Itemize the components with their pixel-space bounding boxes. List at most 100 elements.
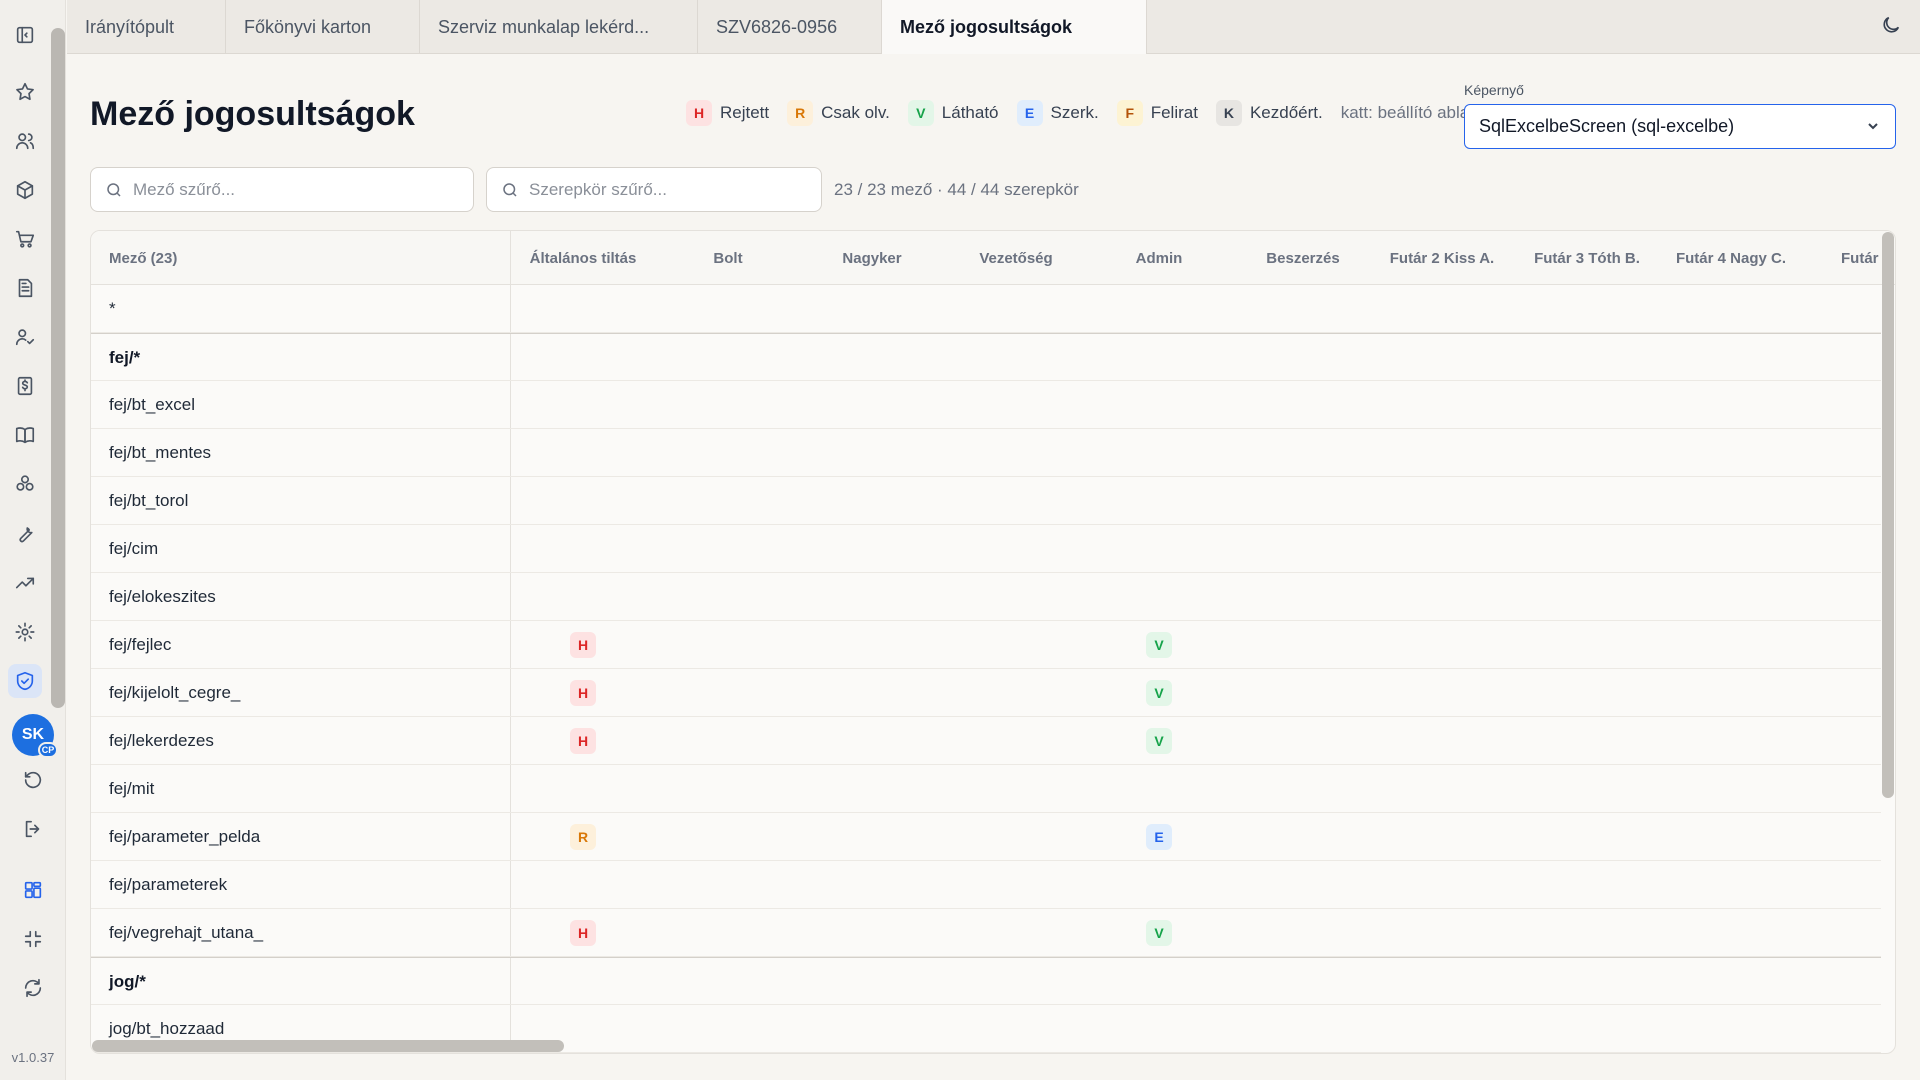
table-vertical-scrollbar[interactable] [1882,232,1894,798]
legend-item-default: K Kezdőért. [1215,100,1323,126]
screen-select[interactable]: SqlExcelbeScreen (sql-excelbe) [1464,104,1896,149]
field-name: fej/bt_torol [109,491,189,510]
role-filter-input[interactable] [529,179,785,200]
permission-cell[interactable]: H [570,632,596,658]
trend-icon[interactable] [8,566,42,600]
components-icon[interactable] [8,467,42,501]
refresh-icon[interactable] [16,971,50,1005]
legend-label: Szerk. [1050,103,1099,122]
table-horizontal-scrollbar[interactable] [92,1040,564,1052]
version-label: v1.0.37 [11,1050,55,1065]
role-column-header[interactable]: Admin [1079,231,1239,285]
search-icon [107,182,121,197]
left-rail: SK CP v1.0.37 [0,0,66,1080]
legend-chip-k: K [1215,100,1242,126]
permission-chip: H [570,632,596,658]
invoice-icon[interactable] [8,369,42,403]
permission-cell[interactable]: V [1146,920,1172,946]
tab-szerviz-munkalap[interactable]: Szerviz munkalap lekérd... [420,0,698,54]
table-row[interactable]: * [91,285,1881,333]
legend-label: Rejtett [720,103,770,122]
logout-icon[interactable] [16,812,50,846]
rail-scrollbar[interactable] [51,28,65,708]
users-icon[interactable] [8,124,42,158]
legend-item-readonly: R Csak olv. [787,100,890,126]
field-name: fej/bt_mentes [109,443,212,462]
field-name: fej/lekerdezes [109,731,214,750]
permission-cell[interactable]: V [1146,680,1172,706]
wrench-icon[interactable] [8,517,42,551]
table-row[interactable]: fej/bt_mentes [91,429,1881,477]
permission-cell[interactable]: V [1146,632,1172,658]
book-icon[interactable] [8,418,42,452]
permission-cell[interactable]: R [570,824,596,850]
table-group-row[interactable]: fej/* [91,333,1881,381]
permission-cell[interactable]: H [570,728,596,754]
permission-cell[interactable]: E [1146,824,1172,850]
table-row[interactable]: fej/bt_excel [91,381,1881,429]
field-filter-input[interactable] [133,179,428,200]
role-column-header[interactable]: Futár 2 Kiss A. [1362,231,1522,285]
field-column-header[interactable]: Mező (23) [109,231,177,285]
permission-chip: V [1146,632,1172,658]
box-icon[interactable] [8,173,42,207]
tab-mezo-jogosultsagok[interactable]: Mező jogosultságok [882,0,1147,54]
permission-chip: V [1146,728,1172,754]
table-group-row[interactable]: jog/* [91,957,1881,1005]
screen-select-label: Képernyő [1464,82,1524,98]
table-header: Mező (23) Általános tiltás Bolt Nagyker Vez… [91,231,1895,285]
shield-check-icon[interactable] [8,664,42,698]
tab-fokonyvi-karton[interactable]: Főkönyvi karton [226,0,420,54]
legend-chip-r: R [787,100,814,126]
role-column-header[interactable]: Futár [1841,231,1879,285]
table-row[interactable]: fej/kijelolt_cegre_ H V [91,669,1881,717]
screen-select-value: SqlExcelbeScreen (sql-excelbe) [1479,116,1735,136]
star-icon[interactable] [8,75,42,109]
table-row[interactable]: fej/vegrehajt_utana_ H V [91,909,1881,957]
cart-icon[interactable] [8,222,42,256]
dashboard-grid-icon[interactable] [16,873,50,907]
user-check-icon[interactable] [8,320,42,354]
role-column-header[interactable]: Futár 3 Tóth B. [1507,231,1667,285]
legend-label: Kezdőért. [1249,103,1323,122]
role-column-header[interactable]: Futár 4 Nagy C. [1651,231,1811,285]
permission-cell[interactable]: V [1146,728,1172,754]
table-row[interactable]: fej/mit [91,765,1881,813]
legend-item-edit: E Szerk. [1016,100,1099,126]
permission-cell[interactable]: H [570,680,596,706]
table-row[interactable]: fej/cim [91,525,1881,573]
field-name: fej/mit [109,779,155,798]
sidebar-toggle-icon[interactable] [8,18,42,52]
table-row[interactable]: fej/parameterek [91,861,1881,909]
permission-chip: V [1146,680,1172,706]
avatar-badge: CP [38,742,58,758]
permission-cell[interactable]: H [570,920,596,946]
field-name: fej/parameter_pelda [109,827,261,846]
role-column-header[interactable]: Vezetőség [936,231,1096,285]
table-row[interactable]: fej/fejlec H V [91,621,1881,669]
role-column-header[interactable]: Általános tiltás [503,231,663,285]
table-row[interactable]: fej/bt_torol [91,477,1881,525]
document-icon[interactable] [8,271,42,305]
collapse-icon[interactable] [16,922,50,956]
legend-label: Felirat [1150,103,1198,122]
tab-szv6826[interactable]: SZV6826-0956 [698,0,882,54]
field-name: jog/* [109,972,146,991]
history-icon[interactable] [16,763,50,797]
gear-icon[interactable] [8,615,42,649]
permission-chip: E [1146,824,1172,850]
legend-item-caption: F Felirat [1116,100,1198,126]
role-column-header[interactable]: Beszerzés [1223,231,1383,285]
field-name: fej/elokeszites [109,587,216,606]
legend-label: Látható [941,103,999,122]
table-row[interactable]: fej/lekerdezes H V [91,717,1881,765]
tab-iranyitopult[interactable]: Irányítópult [67,0,226,54]
field-name: fej/fejlec [109,635,172,654]
table-row[interactable]: fej/elokeszites [91,573,1881,621]
field-filter [90,167,474,212]
role-column-header[interactable]: Nagyker [792,231,952,285]
role-column-header[interactable]: Bolt [648,231,808,285]
theme-toggle-moon-icon[interactable] [1880,14,1906,40]
table-row[interactable]: fej/parameter_pelda R E [91,813,1881,861]
permission-legend: H Rejtett R Csak olv. V Látható E Szerk.… [686,100,1478,126]
